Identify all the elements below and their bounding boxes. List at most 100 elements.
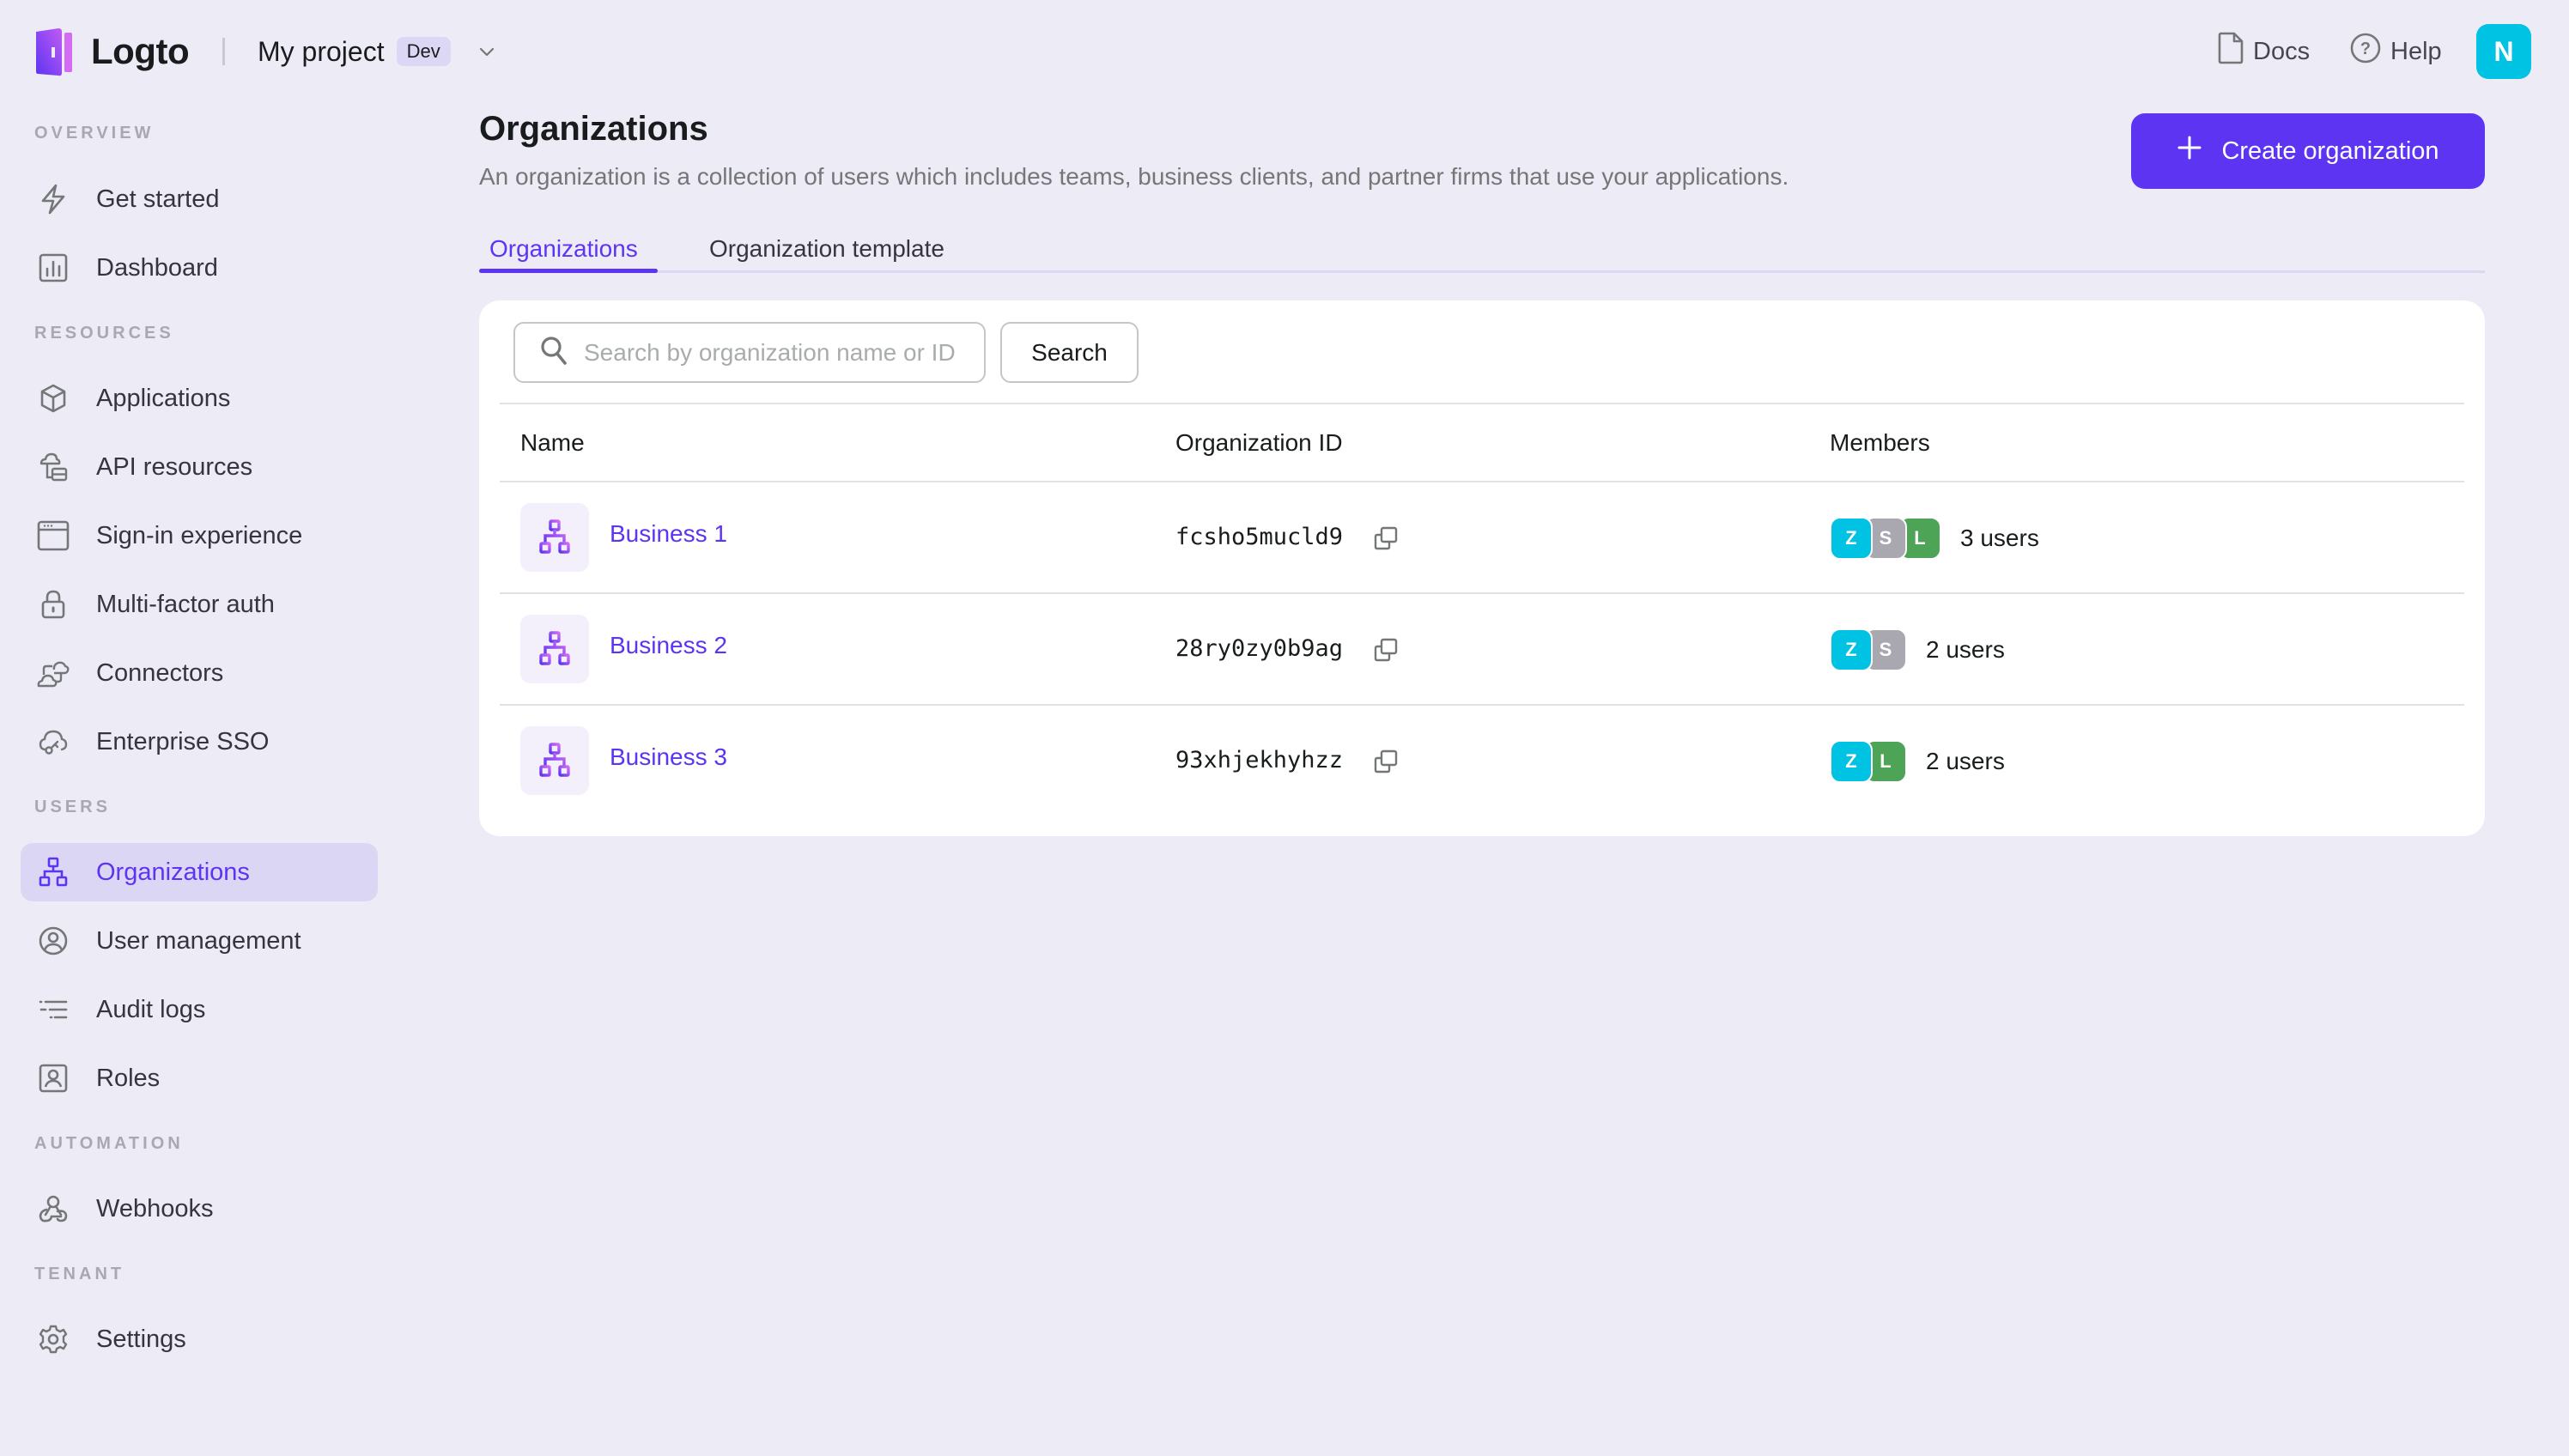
sidebar-item-get-started[interactable]: Get started (21, 170, 378, 228)
sidebar-item-label: Connectors (96, 658, 224, 687)
members-cell: ZSL 3 users (1830, 517, 2039, 560)
search-input[interactable] (584, 338, 962, 367)
page-subtitle: An organization is a collection of users… (479, 163, 1789, 190)
table-row[interactable]: Business 2 28ry0zy0b9ag ZS 2 users (500, 594, 2464, 705)
members-cell: ZL 2 users (1830, 740, 2005, 783)
member-count: 2 users (1926, 636, 2005, 663)
sidebar-item-label: Multi-factor auth (96, 590, 275, 618)
table-row[interactable]: Business 1 fcsho5mucld9 ZSL 3 users (500, 482, 2464, 593)
member-count: 2 users (1926, 748, 2005, 774)
cloud-key-icon (36, 725, 70, 759)
member-count: 3 users (1960, 525, 2039, 551)
project-switcher[interactable]: My project Dev (258, 31, 502, 72)
sidebar-section-users: USERS (34, 798, 111, 816)
bar-chart-icon (36, 251, 70, 285)
document-icon (2217, 32, 2244, 71)
sidebar-item-user-management[interactable]: User management (21, 912, 378, 970)
sidebar-item-label: Applications (96, 384, 231, 412)
organization-name-link[interactable]: Business 1 (610, 520, 727, 548)
search-field[interactable] (513, 322, 986, 383)
column-header-organization-id: Organization ID (1175, 429, 1343, 456)
sidebar-item-label: Organizations (96, 858, 250, 886)
organization-icon (520, 615, 589, 683)
sidebar-section-tenant: TENANT (34, 1265, 125, 1283)
organization-id: 93xhjekhyhzz (1175, 747, 1344, 774)
logto-logo[interactable]: Logto (34, 26, 190, 77)
member-avatar: Z (1830, 517, 1873, 560)
table-row[interactable]: Business 3 93xhjekhyhzz ZL 2 users (500, 706, 2464, 816)
sidebar-item-label: Audit logs (96, 995, 206, 1023)
tab-organizations[interactable]: Organizations (489, 227, 638, 271)
topbar-divider (222, 38, 225, 65)
plus-icon (2177, 135, 2202, 167)
organization-icon (36, 855, 70, 889)
cloud-connector-icon (36, 656, 70, 690)
user-badge-icon (36, 1061, 70, 1095)
sidebar-item-label: API resources (96, 452, 253, 481)
list-icon (36, 992, 70, 1027)
sidebar-item-label: Enterprise SSO (96, 727, 270, 755)
member-avatar: Z (1830, 740, 1873, 783)
cube-icon (36, 381, 70, 416)
project-name: My project (258, 35, 385, 67)
sidebar-section-automation: AUTOMATION (34, 1134, 184, 1153)
sidebar-item-webhooks[interactable]: Webhooks (21, 1180, 378, 1238)
sidebar-item-sign-in-experience[interactable]: Sign-in experience (21, 507, 378, 565)
copy-icon[interactable] (1371, 747, 1400, 776)
user-circle-icon (36, 924, 70, 958)
sidebar-section-overview: OVERVIEW (34, 124, 155, 143)
logto-logo-icon (34, 27, 77, 76)
sidebar-item-organizations[interactable]: Organizations (21, 843, 378, 901)
user-avatar[interactable]: N (2476, 24, 2531, 79)
sidebar-item-connectors[interactable]: Connectors (21, 644, 378, 702)
copy-icon[interactable] (1371, 635, 1400, 664)
sidebar-section-resources: RESOURCES (34, 324, 174, 343)
sidebar-item-label: Settings (96, 1325, 186, 1353)
create-organization-label: Create organization (2221, 136, 2439, 165)
sidebar-item-enterprise-sso[interactable]: Enterprise SSO (21, 713, 378, 771)
environment-tag: Dev (396, 37, 451, 66)
svg-text:?: ? (2360, 39, 2371, 58)
table-header-top-divider (500, 403, 2464, 404)
create-organization-button[interactable]: Create organization (2131, 113, 2485, 189)
brand-name: Logto (91, 31, 190, 71)
sidebar-item-roles[interactable]: Roles (21, 1049, 378, 1107)
active-tab-indicator (479, 269, 658, 273)
organization-id: 28ry0zy0b9ag (1175, 635, 1344, 662)
browser-window-icon (36, 519, 70, 553)
sidebar-item-multi-factor-auth[interactable]: Multi-factor auth (21, 575, 378, 634)
sidebar-item-settings[interactable]: Settings (21, 1310, 378, 1368)
sidebar-item-label: Webhooks (96, 1194, 214, 1222)
docs-label: Docs (2253, 37, 2311, 65)
organization-name-link[interactable]: Business 2 (610, 632, 727, 659)
cloud-database-icon (36, 450, 70, 484)
sidebar-item-label: Sign-in experience (96, 521, 303, 549)
organization-icon (520, 726, 589, 795)
help-link[interactable]: ? Help (2349, 33, 2442, 70)
organization-name-link[interactable]: Business 3 (610, 743, 727, 771)
sidebar-item-audit-logs[interactable]: Audit logs (21, 980, 378, 1039)
lock-icon (36, 587, 70, 622)
page-title: Organizations (479, 110, 708, 148)
tabs-divider (479, 270, 2485, 273)
copy-icon[interactable] (1371, 524, 1400, 553)
search-icon (539, 335, 568, 370)
sidebar-item-api-resources[interactable]: API resources (21, 438, 378, 496)
organization-id: fcsho5mucld9 (1175, 524, 1344, 550)
tab-organization-template[interactable]: Organization template (709, 227, 944, 271)
lightning-icon (36, 182, 70, 216)
sidebar-item-label: User management (96, 926, 301, 955)
column-header-name: Name (520, 429, 585, 456)
help-circle-icon: ? (2349, 32, 2382, 71)
sidebar-item-dashboard[interactable]: Dashboard (21, 239, 378, 297)
members-cell: ZS 2 users (1830, 628, 2005, 671)
sidebar-item-label: Dashboard (96, 253, 218, 282)
member-avatar: Z (1830, 628, 1873, 671)
docs-link[interactable]: Docs (2217, 32, 2311, 71)
column-header-members: Members (1830, 429, 1930, 456)
sidebar-item-label: Roles (96, 1064, 161, 1092)
webhook-icon (36, 1192, 70, 1226)
search-button[interactable]: Search (1000, 322, 1139, 383)
chevron-down-icon[interactable] (471, 36, 502, 67)
sidebar-item-applications[interactable]: Applications (21, 369, 378, 428)
